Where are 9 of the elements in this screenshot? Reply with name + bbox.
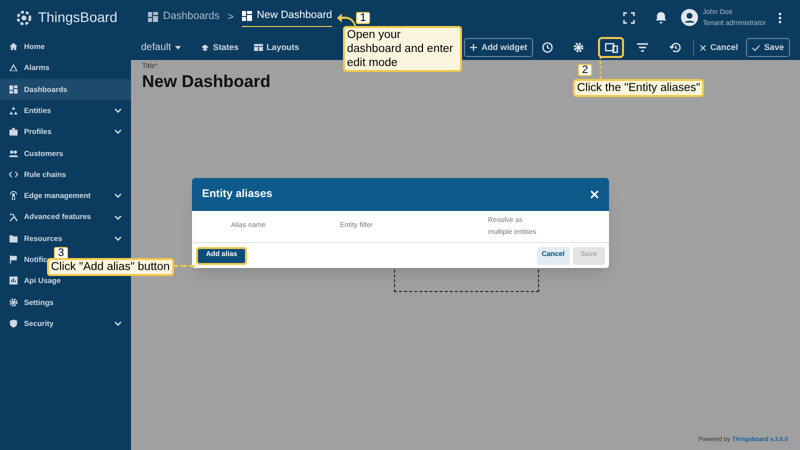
step-number-tooltip: 1 — [356, 12, 370, 24]
step-number-tooltip: 3 — [54, 247, 68, 259]
step-tooltip: Open your dashboard and enter edit mode — [343, 26, 462, 72]
app-brand: ThingsBoard — [38, 8, 118, 27]
step-number-tooltip: 2 — [578, 64, 592, 76]
step-tooltip: Click the "Entity aliases" — [573, 79, 704, 97]
dialog-title: Entity aliases — [202, 187, 272, 202]
step-tooltip: Click "Add alias" button — [47, 258, 174, 276]
breadcrumb-separator: > — [228, 10, 234, 25]
